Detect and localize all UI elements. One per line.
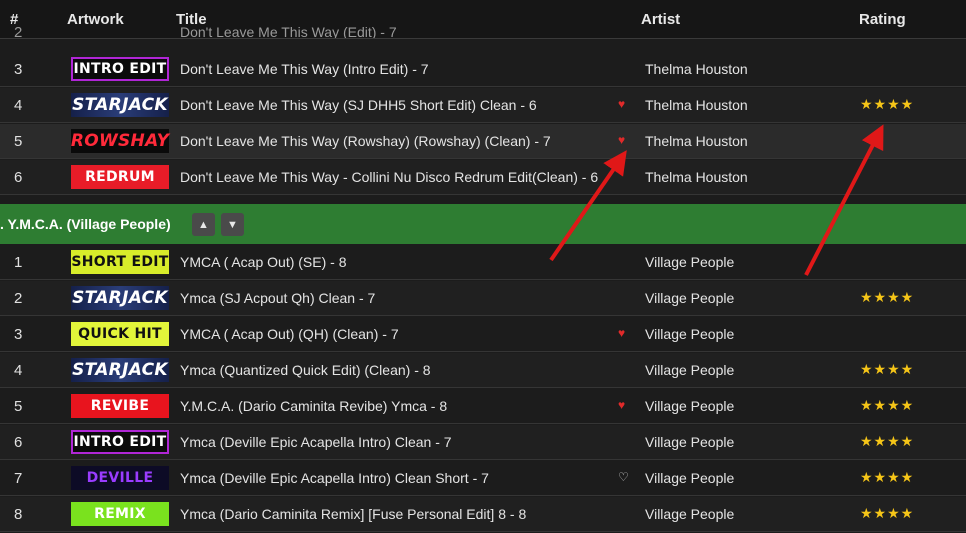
track-title: Don't Leave Me This Way (SJ DHH5 Short E…	[180, 97, 537, 113]
track-row[interactable]: 7 DEVILLE Ymca (Deville Epic Acapella Intr…	[0, 461, 966, 496]
track-title: Don't Leave Me This Way (Edit) - 7	[180, 26, 397, 38]
track-number: 6	[14, 434, 23, 451]
track-artist: Village People	[645, 470, 735, 486]
track-artist: Village People	[645, 398, 735, 414]
track-number: 1	[14, 254, 23, 271]
track-row[interactable]: 6 REDRUM Don't Leave Me This Way - Collini…	[0, 160, 966, 195]
rating-stars[interactable]: ★★★★	[860, 361, 914, 378]
arrow-up-icon: ▲	[198, 218, 209, 231]
track-row[interactable]: 4 STARJACK Ymca (Quantized Quick Edit) (Cl…	[0, 353, 966, 388]
artwork-thumbnail[interactable]: ROWSHAY	[71, 129, 169, 153]
track-title: Ymca (Dario Caminita Remix] [Fuse Person…	[180, 506, 527, 522]
track-row[interactable]: 3 INTRO EDIT Don't Leave Me This Way (Intr…	[0, 52, 966, 87]
rating-stars[interactable]: ★★★★	[860, 433, 914, 450]
track-number: 8	[14, 506, 23, 523]
track-row[interactable]: 5 ROWSHAY Don't Leave Me This Way (Rowshay…	[0, 124, 966, 159]
track-artist: Thelma Houston	[645, 97, 748, 113]
track-artist: Thelma Houston	[645, 61, 748, 77]
track-number: 3	[14, 61, 23, 78]
track-artist: Village People	[645, 326, 735, 342]
track-title: Ymca (Quantized Quick Edit) (Clean) - 8	[180, 362, 431, 378]
artwork-thumbnail[interactable]: INTRO EDIT	[71, 57, 169, 81]
move-up-button[interactable]: ▲	[192, 213, 215, 236]
rating-stars[interactable]: ★★★★	[860, 397, 914, 414]
artwork-thumbnail[interactable]: DEVILLE	[71, 466, 169, 490]
track-artist: Village People	[645, 290, 735, 306]
heart-icon[interactable]: ♥	[618, 398, 625, 412]
track-title: Don't Leave Me This Way (Rowshay) (Rowsh…	[180, 133, 551, 149]
track-artist: Village People	[645, 506, 735, 522]
heart-outline-icon[interactable]: ♡	[618, 470, 629, 484]
artwork-thumbnail[interactable]: SHORT EDIT	[71, 250, 169, 274]
track-row[interactable]: 8 REMIX Ymca (Dario Caminita Remix] [Fuse …	[0, 497, 966, 532]
track-row[interactable]: 2 STARJACK Ymca (SJ Acpout Qh) Clean - 7 Vi…	[0, 281, 966, 316]
track-title: Ymca (Deville Epic Acapella Intro) Clean…	[180, 470, 489, 486]
track-row[interactable]: 6 INTRO EDIT Ymca (Deville Epic Acapella I…	[0, 425, 966, 460]
artwork-thumbnail[interactable]: STARJACK	[71, 286, 169, 310]
track-number: 5	[14, 398, 23, 415]
track-title: Ymca (Deville Epic Acapella Intro) Clean…	[180, 434, 452, 450]
rating-stars[interactable]: ★★★★	[860, 289, 914, 306]
move-down-button[interactable]: ▼	[221, 213, 244, 236]
track-number: 6	[14, 169, 23, 186]
track-number: 4	[14, 362, 23, 379]
track-title: YMCA ( Acap Out) (SE) - 8	[180, 254, 347, 270]
artwork-thumbnail[interactable]: STARJACK	[71, 93, 169, 117]
rating-stars[interactable]: ★★★★	[860, 505, 914, 522]
track-number: 3	[14, 326, 23, 343]
heart-icon[interactable]: ♥	[618, 326, 625, 340]
track-number: 4	[14, 97, 23, 114]
artwork-thumbnail[interactable]: REMIX	[71, 502, 169, 526]
track-title: YMCA ( Acap Out) (QH) (Clean) - 7	[180, 326, 399, 342]
heart-icon[interactable]: ♥	[618, 133, 625, 147]
artwork-thumbnail[interactable]: REDRUM	[71, 165, 169, 189]
track-artist: Village People	[645, 362, 735, 378]
artwork-thumbnail[interactable]: INTRO EDIT	[71, 430, 169, 454]
track-title: Don't Leave Me This Way (Intro Edit) - 7	[180, 61, 429, 77]
track-number: 5	[14, 133, 23, 150]
artwork-thumbnail[interactable]: QUICK HIT	[71, 322, 169, 346]
track-number: 7	[14, 470, 23, 487]
artwork-thumbnail[interactable]: STARJACK	[71, 358, 169, 382]
group-header-ymca[interactable]: . Y.M.C.A. (Village People) ▲ ▼	[0, 204, 966, 244]
track-title: Don't Leave Me This Way - Collini Nu Dis…	[180, 169, 599, 185]
rating-stars[interactable]: ★★★★	[860, 96, 914, 113]
track-row[interactable]: 5 REVIBE Y.M.C.A. (Dario Caminita Revibe) …	[0, 389, 966, 424]
track-row[interactable]: 1 SHORT EDIT YMCA ( Acap Out) (SE) - 8 Vill…	[0, 245, 966, 280]
partial-row[interactable]: 2 Don't Leave Me This Way (Edit) - 7	[0, 26, 966, 38]
track-artist: Village People	[645, 434, 735, 450]
track-row[interactable]: 4 STARJACK Don't Leave Me This Way (SJ DHH…	[0, 88, 966, 123]
track-number: 2	[14, 290, 23, 307]
track-row[interactable]: 3 QUICK HIT YMCA ( Acap Out) (QH) (Clean) …	[0, 317, 966, 352]
track-artist: Thelma Houston	[645, 169, 748, 185]
track-artist: Village People	[645, 254, 735, 270]
track-artist: Thelma Houston	[645, 133, 748, 149]
group-title: . Y.M.C.A. (Village People)	[0, 216, 171, 232]
artwork-thumbnail[interactable]: REVIBE	[71, 394, 169, 418]
track-number: 2	[14, 26, 23, 38]
rating-stars[interactable]: ★★★★	[860, 469, 914, 486]
track-title: Ymca (SJ Acpout Qh) Clean - 7	[180, 290, 376, 306]
track-title: Y.M.C.A. (Dario Caminita Revibe) Ymca - …	[180, 398, 448, 414]
arrow-down-icon: ▼	[227, 218, 238, 231]
heart-icon[interactable]: ♥	[618, 97, 625, 111]
